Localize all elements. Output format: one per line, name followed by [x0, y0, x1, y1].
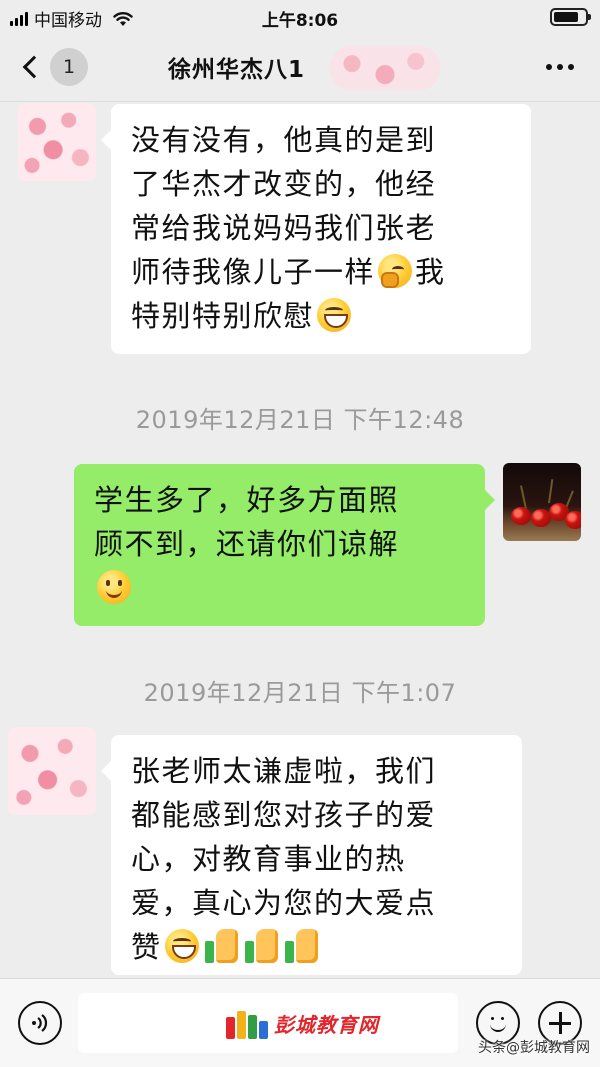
- message-line: 爱，真心为您的大爱点: [131, 886, 437, 920]
- thinking-face-icon: [378, 254, 413, 288]
- grinning-face-icon: [164, 929, 199, 963]
- sender-avatar[interactable]: [8, 727, 96, 815]
- sender-avatar[interactable]: [18, 103, 96, 181]
- message-line: 张老师太谦虚啦，我们: [131, 754, 437, 788]
- message-timestamp: 2019年12月21日 下午1:07: [143, 679, 457, 707]
- thumbs-up-icon: [204, 929, 239, 963]
- message-bubble-incoming[interactable]: 张老师太谦虚啦，我们 都能感到您对孩子的爱 心，对教育事业的热 爱，真心为您的大…: [101, 735, 522, 975]
- voice-icon: [30, 1013, 50, 1033]
- thumbs-up-icon: [284, 929, 319, 963]
- dot-icon: [568, 64, 574, 70]
- message-line: 心，对教育事业的热: [131, 842, 406, 876]
- message-bubble-incoming[interactable]: 没有没有，他真的是到 了华杰才改变的，他经 常给我说妈妈我们张老 师待我像儿子一…: [101, 104, 531, 354]
- plus-icon: [549, 1012, 571, 1034]
- chat-title: 徐州华杰八1: [168, 57, 306, 83]
- thumbs-up-icon: [244, 929, 279, 963]
- message-text: 师待我像儿子一样: [131, 255, 376, 289]
- book-logo-icon: [226, 1009, 268, 1039]
- back-button[interactable]: 1: [18, 48, 88, 86]
- message-timestamp: 2019年12月21日 下午12:48: [135, 406, 465, 434]
- message-line: 特别特别欣慰: [131, 294, 513, 338]
- watermark-text: 彭城教育网: [274, 1013, 379, 1037]
- status-bar: 中国移动 上午8:06: [0, 0, 600, 34]
- title-redaction-mask: [330, 46, 440, 90]
- battery-icon: [550, 8, 591, 26]
- message-line: 师待我像儿子一样 我: [131, 250, 513, 294]
- chat-header: 1 徐州华杰八1: [0, 34, 600, 102]
- dot-icon: [546, 64, 552, 70]
- grinning-face-icon: [317, 298, 352, 332]
- message-line: 都能感到您对孩子的爱: [131, 798, 437, 832]
- message-text: 我: [415, 255, 446, 289]
- message-input[interactable]: 彭城教育网: [78, 993, 458, 1053]
- message-line: 学生多了，好多方面照: [94, 483, 400, 517]
- more-options-button[interactable]: [546, 64, 574, 70]
- message-line: 顾不到，还请你们谅解: [94, 527, 400, 561]
- message-text: 赞: [131, 930, 162, 964]
- source-credit: 头条@彭城教育网: [478, 1040, 590, 1056]
- message-text: 特别特别欣慰: [131, 299, 315, 333]
- input-bar: 彭城教育网 头条@彭城教育网: [0, 978, 600, 1067]
- unread-badge: 1: [50, 48, 88, 86]
- message-line: [94, 566, 467, 610]
- smiley-icon: [486, 1011, 510, 1035]
- dot-icon: [557, 64, 563, 70]
- voice-input-button[interactable]: [18, 1001, 62, 1045]
- status-time: 上午8:06: [261, 11, 339, 31]
- chevron-left-icon: [22, 55, 46, 79]
- message-bubble-outgoing[interactable]: 学生多了，好多方面照 顾不到，还请你们谅解: [74, 464, 495, 626]
- message-line: 没有没有，他真的是到: [131, 123, 437, 157]
- message-line: 了华杰才改变的，他经: [131, 167, 437, 201]
- self-avatar[interactable]: [503, 463, 581, 541]
- smiling-face-icon: [97, 570, 131, 604]
- message-line: 常给我说妈妈我们张老: [131, 211, 437, 245]
- message-line: 赞: [131, 925, 504, 969]
